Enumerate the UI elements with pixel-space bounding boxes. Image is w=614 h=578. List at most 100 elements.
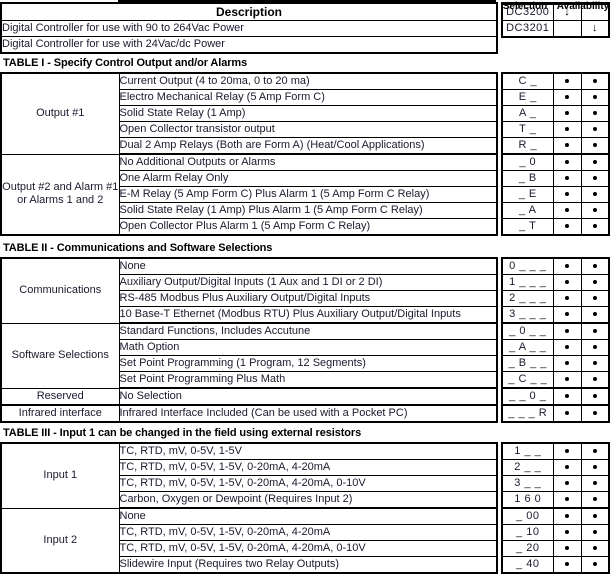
availability-1	[552, 387, 582, 406]
availability-dot	[565, 192, 569, 197]
description-column-header: Description	[0, 2, 498, 21]
availability-dot	[592, 192, 597, 197]
availability-dot	[565, 481, 569, 486]
option-description: Carbon, Oxygen or Dewpoint (Requires Inp…	[118, 491, 498, 509]
selection-code: _ C _ _	[501, 371, 554, 389]
option-description: Open Collector transistor output	[118, 121, 498, 138]
table-row: _ A _ _	[501, 339, 610, 356]
table-row: _ 10	[501, 524, 610, 541]
table-row: Infrared interface Infrared Interface Inc…	[0, 404, 498, 423]
table-row: R _	[501, 137, 610, 155]
availability-2	[580, 186, 610, 203]
availability-dot	[565, 176, 569, 181]
selection-code: 3 _ _ _	[501, 306, 554, 324]
option-description: TC, RTD, mV, 0-5V, 1-5V, 0-20mA, 4-20mA	[118, 459, 498, 476]
availability-2	[580, 290, 610, 307]
option-description: No Selection	[118, 387, 498, 406]
header-block: Description Digital Controller for use wi…	[0, 0, 614, 54]
availability-1	[552, 274, 582, 291]
availability-1	[552, 89, 582, 106]
availability-dot	[592, 127, 597, 132]
availability-dot	[592, 546, 597, 551]
table-row: Reserved No Selection	[0, 387, 498, 406]
availability-2	[580, 105, 610, 122]
availability-2	[580, 322, 610, 340]
table-row: _ C _ _	[501, 371, 610, 389]
option-description: Auxiliary Output/Digital Inputs (1 Aux a…	[118, 274, 498, 291]
availability-dot	[592, 143, 597, 148]
selection-code: C _	[501, 72, 554, 90]
availability-1	[552, 202, 582, 219]
selection-code: _ _ 0 _	[501, 387, 554, 406]
selection-code: _ 00	[501, 507, 554, 525]
table-title: TABLE I - Specify Control Output and/or …	[3, 57, 248, 69]
availability-2	[580, 355, 610, 372]
table-row: _ _ 0 _	[501, 387, 610, 406]
availability-dot	[565, 345, 569, 350]
group-label: Input 2	[0, 507, 120, 574]
availability-1	[552, 459, 582, 476]
availability-1	[552, 306, 582, 324]
header-description-table: Description Digital Controller for use wi…	[0, 2, 498, 54]
selection-caption: Selection	[502, 1, 548, 12]
availability-2	[580, 387, 610, 406]
selection-code: 3 _ _	[501, 475, 554, 492]
table-row: Output #2 and Alarm #1 or Alarms 1 and 2…	[0, 153, 498, 236]
selection-availability-table: 0 _ _ _ 1 _ _ _ 2 _ _ _ 3 _ _ _ _ 0 _ _ _ A _…	[501, 257, 610, 423]
availability-dot	[565, 208, 569, 213]
model-number: DC3201	[501, 20, 554, 38]
table-block-2: TABLE II - Communications and Software S…	[0, 242, 614, 423]
availability-dot	[592, 345, 597, 350]
table-row: 1 _ _	[501, 442, 610, 460]
availability-1	[552, 290, 582, 307]
selection-code: A _	[501, 105, 554, 122]
selection-code: _ A _ _	[501, 339, 554, 356]
availability-dot	[592, 176, 597, 181]
availability-dot	[592, 465, 597, 470]
table-row: C _	[501, 72, 610, 90]
option-description: None	[118, 257, 498, 275]
option-description: Standard Functions, Includes Accutune	[118, 322, 498, 340]
availability-2	[580, 257, 610, 275]
availability-dot	[565, 449, 569, 454]
selection-code: 1 _ _	[501, 442, 554, 460]
availability-dot	[592, 312, 597, 317]
availability-dot	[565, 361, 569, 366]
selection-code: _ T	[501, 218, 554, 236]
availability-1	[552, 556, 582, 574]
availability-dot	[592, 449, 597, 454]
option-description: TC, RTD, mV, 0-5V, 1-5V	[118, 442, 498, 460]
availability-caption: Availability	[556, 1, 610, 12]
availability-dot	[592, 160, 597, 165]
model-selection-guide-page: Description Digital Controller for use wi…	[0, 0, 614, 578]
availability-2	[580, 556, 610, 574]
availability-2	[580, 507, 610, 525]
selection-code: _ 0	[501, 153, 554, 171]
table-row: A _	[501, 105, 610, 122]
availability-dot	[592, 224, 597, 229]
availability-1	[552, 218, 582, 236]
table-row: _ 20	[501, 540, 610, 557]
selection-code: _ B	[501, 170, 554, 187]
table-block-1: TABLE I - Specify Control Output and/or …	[0, 57, 614, 236]
table-row: Digital Controller for use with 24Vac/dc…	[0, 36, 498, 54]
availability-dot	[565, 411, 569, 416]
availability-2	[580, 442, 610, 460]
selection-code: _ 0 _ _	[501, 322, 554, 340]
selection-code: E _	[501, 89, 554, 106]
availability-1	[552, 339, 582, 356]
group-label: Communications	[0, 257, 120, 324]
selection-code: R _	[501, 137, 554, 155]
availability-dot	[565, 95, 569, 100]
availability-2	[580, 137, 610, 155]
option-description: Math Option	[118, 339, 498, 356]
availability-dot	[592, 514, 597, 519]
table-row: _ B _ _	[501, 355, 610, 372]
option-description: No Additional Outputs or Alarms	[118, 153, 498, 171]
availability-2	[580, 524, 610, 541]
group-label: Output #2 and Alarm #1 or Alarms 1 and 2	[0, 153, 120, 236]
availability-dot	[592, 497, 597, 502]
availability-dot	[565, 377, 569, 382]
availability-2	[580, 475, 610, 492]
option-description: TC, RTD, mV, 0-5V, 1-5V, 0-20mA, 4-20mA,…	[118, 475, 498, 492]
